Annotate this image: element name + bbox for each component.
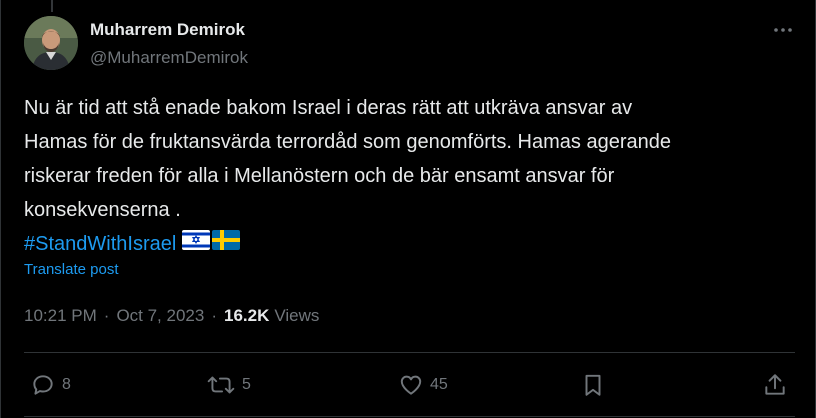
author-handle[interactable]: @MuharremDemirok xyxy=(90,48,248,68)
hashtag-line: #StandWithIsrael xyxy=(24,227,804,261)
post-time[interactable]: 10:21 PM xyxy=(24,306,97,326)
repost-count: 5 xyxy=(242,376,251,393)
views-label: Views xyxy=(274,306,320,325)
views-count[interactable]: 16.2K xyxy=(224,306,269,326)
divider-top xyxy=(24,352,795,353)
bookmark-icon xyxy=(585,374,601,396)
like-icon xyxy=(400,375,422,395)
repost-button[interactable]: 5 xyxy=(206,362,251,408)
meta-separator: · xyxy=(103,306,110,325)
share-button[interactable] xyxy=(762,362,788,408)
reply-count: 8 xyxy=(62,376,71,393)
post-text-line: Nu är tid att stå enade bakom Israel i d… xyxy=(24,97,633,119)
like-button[interactable]: 45 xyxy=(398,362,448,408)
meta-separator: · xyxy=(211,306,217,325)
post-text-line: konsekvenserna . xyxy=(24,199,181,221)
share-icon xyxy=(765,374,785,395)
post-text-line: riskerar freden för alla i Mellanöstern … xyxy=(24,165,615,187)
hashtag-link[interactable]: #StandWithIsrael xyxy=(24,227,176,261)
avatar[interactable] xyxy=(24,16,78,70)
flag-sweden-icon xyxy=(212,227,241,261)
post-detail: Muharrem Demirok @MuharremDemirok Nu är … xyxy=(0,0,816,418)
reply-button[interactable]: 8 xyxy=(30,362,71,408)
post-date[interactable]: Oct 7, 2023 xyxy=(116,306,204,326)
more-icon xyxy=(774,28,792,32)
repost-icon xyxy=(207,376,235,394)
post-text-line: Hamas för de fruktansvärda terrordåd som… xyxy=(24,131,671,153)
reply-icon xyxy=(33,375,53,395)
avatar-image xyxy=(24,16,78,70)
translate-post-link[interactable]: Translate post xyxy=(24,261,119,278)
author-name[interactable]: Muharrem Demirok xyxy=(90,20,245,40)
bookmark-button[interactable] xyxy=(580,362,606,408)
more-options-button[interactable] xyxy=(769,20,797,40)
post-text: Nu är tid att stå enade bakom Israel i d… xyxy=(24,91,804,261)
like-count: 45 xyxy=(430,376,448,393)
flag-israel-icon xyxy=(182,227,211,261)
thread-connector-line xyxy=(51,0,53,12)
post-meta: 10:21 PM · Oct 7, 2023 · 16.2K Views xyxy=(24,306,319,326)
divider-bottom xyxy=(24,416,795,417)
action-bar: 8 5 45 xyxy=(24,362,795,408)
